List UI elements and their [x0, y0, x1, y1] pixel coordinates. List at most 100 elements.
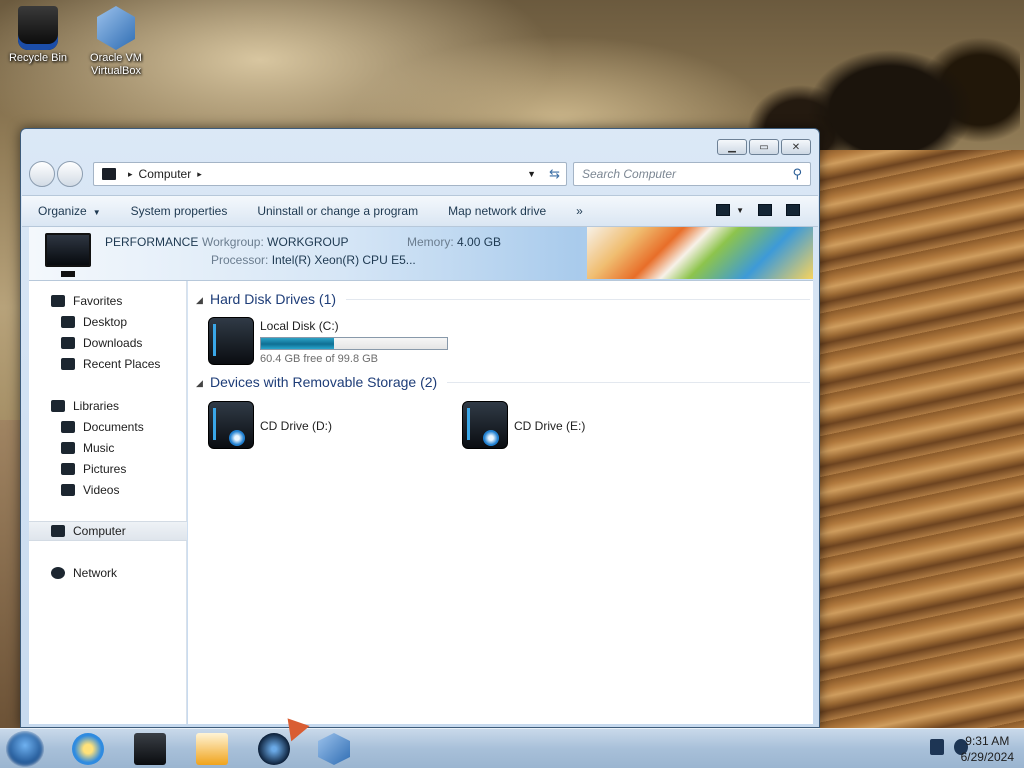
forward-button[interactable]: [57, 161, 83, 187]
more-commands-button[interactable]: »: [576, 204, 583, 218]
maximize-button[interactable]: ▭: [749, 139, 779, 155]
sidebar-item-computer[interactable]: Computer: [29, 521, 187, 541]
change-view-icon[interactable]: [716, 204, 731, 216]
memory-row: Memory: 4.00 GB: [407, 235, 502, 249]
explorer-window: ▁ ▭ ✕ ▸ Computer ▸ ▼ ⇆ Search Computer ⚲…: [20, 128, 820, 728]
virtualbox-taskbar-icon[interactable]: [318, 733, 350, 765]
drive-free-space: 60.4 GB free of 99.8 GB: [260, 353, 379, 365]
navigation-pane: Favorites Desktop Downloads Recent Place…: [29, 281, 187, 724]
media-player-icon[interactable]: [196, 733, 228, 765]
address-row: ▸ Computer ▸ ▼ ⇆ Search Computer ⚲: [29, 159, 811, 189]
minimize-button[interactable]: ▁: [717, 139, 747, 155]
command-bar: Organize ▼ System properties Uninstall or…: [22, 195, 818, 227]
details-pane: PERFORMANCE Workgroup: WORKGROUP Memory:…: [29, 227, 813, 281]
sidebar-item-libraries[interactable]: Libraries: [29, 396, 187, 416]
disk-usage-bar: [260, 337, 448, 350]
chevron-down-icon[interactable]: ▼: [527, 169, 536, 179]
back-button[interactable]: [29, 161, 55, 187]
close-icon: ✕: [791, 141, 801, 153]
drive-name: CD Drive (E:): [514, 419, 586, 433]
search-icon[interactable]: ⚲: [792, 166, 802, 182]
computer-icon: [51, 525, 65, 537]
group-header-hard-disks[interactable]: ◢ Hard Disk Drives (1): [196, 291, 810, 307]
videos-icon: [61, 484, 75, 496]
pictures-icon: [61, 463, 75, 475]
group-header-removable[interactable]: ◢ Devices with Removable Storage (2): [196, 374, 810, 390]
music-icon: [61, 442, 75, 454]
clock[interactable]: 9:31 AM 6/29/2024: [961, 733, 1014, 765]
address-bar[interactable]: ▸ Computer ▸ ▼ ⇆: [93, 162, 567, 186]
breadcrumb-separator: ▸: [197, 168, 202, 179]
clock-date: 6/29/2024: [960, 750, 1014, 764]
file-list: ◢ Hard Disk Drives (1) Local Disk (C:) 6…: [188, 281, 813, 724]
internet-explorer-icon[interactable]: [72, 733, 104, 765]
desktop-icon-recycle-bin[interactable]: Recycle Bin: [0, 6, 76, 65]
processor-row: Processor: Intel(R) Xeon(R) CPU E5...: [211, 253, 416, 267]
map-network-drive-button[interactable]: Map network drive: [448, 204, 546, 218]
search-placeholder: Search Computer: [582, 167, 677, 181]
sidebar-item-downloads[interactable]: Downloads: [29, 333, 187, 353]
chevron-down-icon[interactable]: ▼: [736, 206, 744, 215]
refresh-icon[interactable]: ⇆: [549, 166, 560, 182]
desktop-icon-label: Recycle Bin: [8, 52, 68, 64]
sidebar-item-network[interactable]: Network: [29, 563, 187, 583]
system-properties-button[interactable]: System properties: [131, 204, 228, 218]
collapse-icon[interactable]: ◢: [196, 295, 203, 306]
clock-time: 9:31 AM: [965, 734, 1010, 748]
disk-usage-fill: [261, 338, 335, 349]
sidebar-item-music[interactable]: Music: [29, 438, 187, 458]
network-icon: [51, 567, 65, 579]
drive-cd-e[interactable]: CD Drive (E:): [462, 401, 585, 449]
search-input[interactable]: Search Computer ⚲: [573, 162, 811, 186]
caption-buttons: ▁ ▭ ✕: [717, 139, 811, 155]
network-globe-icon[interactable]: [258, 733, 290, 765]
drive-cd-d[interactable]: CD Drive (D:): [208, 401, 332, 449]
explorer-taskbar-icon[interactable]: [134, 733, 166, 765]
breadcrumb-separator: ▸: [128, 168, 133, 179]
cd-drive-icon: [462, 401, 508, 449]
windows-logo-banner: [587, 227, 813, 279]
sidebar-item-favorites[interactable]: Favorites: [29, 291, 187, 311]
security-shield-icon[interactable]: [930, 739, 944, 755]
sidebar-item-pictures[interactable]: Pictures: [29, 459, 187, 479]
chevron-down-icon: ▼: [92, 208, 101, 217]
collapse-icon[interactable]: ◢: [196, 378, 203, 389]
minimize-icon: ▁: [728, 141, 736, 153]
breadcrumb-computer[interactable]: Computer: [139, 167, 192, 181]
recycle-bin-icon: [18, 6, 58, 50]
preview-pane-icon[interactable]: [758, 204, 772, 216]
downloads-icon: [61, 337, 75, 349]
sidebar-item-videos[interactable]: Videos: [29, 480, 187, 500]
desktop-icon-label: VirtualBox: [91, 65, 141, 77]
wallpaper-ground: [0, 420, 20, 730]
drive-name: Local Disk (C:): [260, 319, 339, 333]
desktop-icon-label: Oracle VM: [90, 52, 142, 64]
virtualbox-icon: [97, 6, 135, 50]
star-icon: [51, 295, 65, 307]
organize-button[interactable]: Organize ▼: [38, 204, 101, 218]
maximize-icon: ▭: [759, 141, 769, 153]
sidebar-item-desktop[interactable]: Desktop: [29, 312, 187, 332]
taskbar: 9:31 AM 6/29/2024: [0, 728, 1024, 768]
uninstall-program-button[interactable]: Uninstall or change a program: [257, 204, 418, 218]
wallpaper-wood: [820, 150, 1024, 730]
help-icon[interactable]: [786, 204, 800, 216]
sidebar-item-documents[interactable]: Documents: [29, 417, 187, 437]
libraries-icon: [51, 400, 65, 412]
desktop-icon: [61, 316, 75, 328]
workgroup-row: Workgroup: WORKGROUP: [202, 235, 349, 249]
computer-icon: [102, 168, 116, 180]
hard-drive-icon: [208, 317, 254, 365]
computer-name: PERFORMANCE: [105, 235, 199, 249]
drive-local-disk-c[interactable]: Local Disk (C:) 60.4 GB free of 99.8 GB: [208, 317, 448, 365]
desktop-icon-virtualbox[interactable]: Oracle VM VirtualBox: [78, 6, 154, 78]
sidebar-item-recent-places[interactable]: Recent Places: [29, 354, 187, 374]
close-button[interactable]: ✕: [781, 139, 811, 155]
drive-name: CD Drive (D:): [260, 419, 332, 433]
documents-icon: [61, 421, 75, 433]
recent-places-icon: [61, 358, 75, 370]
start-button[interactable]: [6, 731, 44, 767]
view-controls: ▼: [716, 204, 800, 216]
cd-drive-icon: [208, 401, 254, 449]
nav-buttons: [29, 161, 83, 187]
